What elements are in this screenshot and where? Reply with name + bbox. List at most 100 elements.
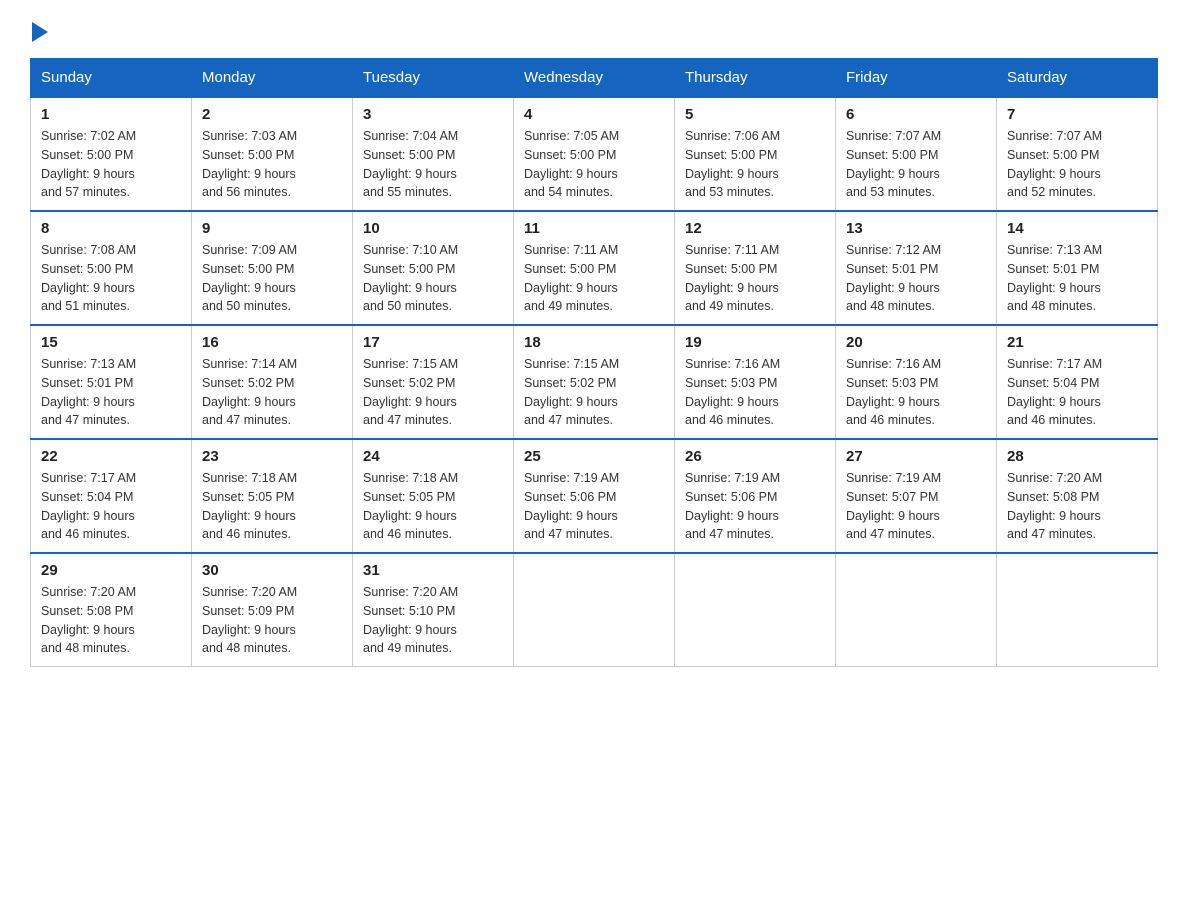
day-number: 9: [202, 220, 342, 237]
calendar-cell: 30 Sunrise: 7:20 AMSunset: 5:09 PMDaylig…: [192, 553, 353, 667]
calendar-table: SundayMondayTuesdayWednesdayThursdayFrid…: [30, 58, 1158, 667]
calendar-cell: 16 Sunrise: 7:14 AMSunset: 5:02 PMDaylig…: [192, 325, 353, 439]
day-info: Sunrise: 7:03 AMSunset: 5:00 PMDaylight:…: [202, 127, 342, 202]
col-header-tuesday: Tuesday: [353, 59, 514, 98]
day-info: Sunrise: 7:20 AMSunset: 5:10 PMDaylight:…: [363, 583, 503, 658]
calendar-cell: [997, 553, 1158, 667]
calendar-cell: 20 Sunrise: 7:16 AMSunset: 5:03 PMDaylig…: [836, 325, 997, 439]
day-number: 14: [1007, 220, 1147, 237]
day-number: 16: [202, 334, 342, 351]
calendar-cell: 8 Sunrise: 7:08 AMSunset: 5:00 PMDayligh…: [31, 211, 192, 325]
day-number: 21: [1007, 334, 1147, 351]
day-info: Sunrise: 7:04 AMSunset: 5:00 PMDaylight:…: [363, 127, 503, 202]
day-number: 7: [1007, 106, 1147, 123]
calendar-cell: 26 Sunrise: 7:19 AMSunset: 5:06 PMDaylig…: [675, 439, 836, 553]
day-number: 10: [363, 220, 503, 237]
calendar-cell: 7 Sunrise: 7:07 AMSunset: 5:00 PMDayligh…: [997, 97, 1158, 211]
day-number: 29: [41, 562, 181, 579]
day-number: 3: [363, 106, 503, 123]
calendar-week-row: 29 Sunrise: 7:20 AMSunset: 5:08 PMDaylig…: [31, 553, 1158, 667]
day-info: Sunrise: 7:17 AMSunset: 5:04 PMDaylight:…: [41, 469, 181, 544]
day-number: 30: [202, 562, 342, 579]
calendar-cell: [514, 553, 675, 667]
day-number: 23: [202, 448, 342, 465]
day-info: Sunrise: 7:15 AMSunset: 5:02 PMDaylight:…: [363, 355, 503, 430]
calendar-cell: 2 Sunrise: 7:03 AMSunset: 5:00 PMDayligh…: [192, 97, 353, 211]
day-info: Sunrise: 7:11 AMSunset: 5:00 PMDaylight:…: [685, 241, 825, 316]
calendar-cell: 28 Sunrise: 7:20 AMSunset: 5:08 PMDaylig…: [997, 439, 1158, 553]
calendar-cell: 11 Sunrise: 7:11 AMSunset: 5:00 PMDaylig…: [514, 211, 675, 325]
calendar-cell: [675, 553, 836, 667]
day-number: 25: [524, 448, 664, 465]
calendar-cell: [836, 553, 997, 667]
day-info: Sunrise: 7:05 AMSunset: 5:00 PMDaylight:…: [524, 127, 664, 202]
day-number: 18: [524, 334, 664, 351]
calendar-cell: 21 Sunrise: 7:17 AMSunset: 5:04 PMDaylig…: [997, 325, 1158, 439]
col-header-wednesday: Wednesday: [514, 59, 675, 98]
day-number: 8: [41, 220, 181, 237]
day-info: Sunrise: 7:18 AMSunset: 5:05 PMDaylight:…: [363, 469, 503, 544]
page-header: [30, 24, 1158, 42]
calendar-week-row: 15 Sunrise: 7:13 AMSunset: 5:01 PMDaylig…: [31, 325, 1158, 439]
calendar-cell: 1 Sunrise: 7:02 AMSunset: 5:00 PMDayligh…: [31, 97, 192, 211]
calendar-cell: 6 Sunrise: 7:07 AMSunset: 5:00 PMDayligh…: [836, 97, 997, 211]
calendar-week-row: 8 Sunrise: 7:08 AMSunset: 5:00 PMDayligh…: [31, 211, 1158, 325]
calendar-cell: 4 Sunrise: 7:05 AMSunset: 5:00 PMDayligh…: [514, 97, 675, 211]
day-info: Sunrise: 7:16 AMSunset: 5:03 PMDaylight:…: [846, 355, 986, 430]
day-info: Sunrise: 7:12 AMSunset: 5:01 PMDaylight:…: [846, 241, 986, 316]
day-info: Sunrise: 7:13 AMSunset: 5:01 PMDaylight:…: [1007, 241, 1147, 316]
col-header-sunday: Sunday: [31, 59, 192, 98]
day-number: 11: [524, 220, 664, 237]
calendar-cell: 19 Sunrise: 7:16 AMSunset: 5:03 PMDaylig…: [675, 325, 836, 439]
day-info: Sunrise: 7:07 AMSunset: 5:00 PMDaylight:…: [1007, 127, 1147, 202]
calendar-cell: 13 Sunrise: 7:12 AMSunset: 5:01 PMDaylig…: [836, 211, 997, 325]
day-number: 24: [363, 448, 503, 465]
day-number: 26: [685, 448, 825, 465]
calendar-cell: 9 Sunrise: 7:09 AMSunset: 5:00 PMDayligh…: [192, 211, 353, 325]
calendar-cell: 17 Sunrise: 7:15 AMSunset: 5:02 PMDaylig…: [353, 325, 514, 439]
calendar-cell: 23 Sunrise: 7:18 AMSunset: 5:05 PMDaylig…: [192, 439, 353, 553]
calendar-cell: 10 Sunrise: 7:10 AMSunset: 5:00 PMDaylig…: [353, 211, 514, 325]
calendar-cell: 14 Sunrise: 7:13 AMSunset: 5:01 PMDaylig…: [997, 211, 1158, 325]
day-info: Sunrise: 7:15 AMSunset: 5:02 PMDaylight:…: [524, 355, 664, 430]
day-info: Sunrise: 7:10 AMSunset: 5:00 PMDaylight:…: [363, 241, 503, 316]
col-header-monday: Monday: [192, 59, 353, 98]
calendar-cell: 22 Sunrise: 7:17 AMSunset: 5:04 PMDaylig…: [31, 439, 192, 553]
day-number: 17: [363, 334, 503, 351]
day-info: Sunrise: 7:07 AMSunset: 5:00 PMDaylight:…: [846, 127, 986, 202]
day-number: 19: [685, 334, 825, 351]
calendar-cell: 5 Sunrise: 7:06 AMSunset: 5:00 PMDayligh…: [675, 97, 836, 211]
day-info: Sunrise: 7:09 AMSunset: 5:00 PMDaylight:…: [202, 241, 342, 316]
calendar-cell: 24 Sunrise: 7:18 AMSunset: 5:05 PMDaylig…: [353, 439, 514, 553]
day-info: Sunrise: 7:17 AMSunset: 5:04 PMDaylight:…: [1007, 355, 1147, 430]
calendar-cell: 31 Sunrise: 7:20 AMSunset: 5:10 PMDaylig…: [353, 553, 514, 667]
calendar-cell: 12 Sunrise: 7:11 AMSunset: 5:00 PMDaylig…: [675, 211, 836, 325]
day-info: Sunrise: 7:19 AMSunset: 5:07 PMDaylight:…: [846, 469, 986, 544]
calendar-cell: 18 Sunrise: 7:15 AMSunset: 5:02 PMDaylig…: [514, 325, 675, 439]
calendar-cell: 29 Sunrise: 7:20 AMSunset: 5:08 PMDaylig…: [31, 553, 192, 667]
day-info: Sunrise: 7:19 AMSunset: 5:06 PMDaylight:…: [685, 469, 825, 544]
day-number: 12: [685, 220, 825, 237]
col-header-friday: Friday: [836, 59, 997, 98]
calendar-week-row: 1 Sunrise: 7:02 AMSunset: 5:00 PMDayligh…: [31, 97, 1158, 211]
day-number: 28: [1007, 448, 1147, 465]
col-header-thursday: Thursday: [675, 59, 836, 98]
day-info: Sunrise: 7:08 AMSunset: 5:00 PMDaylight:…: [41, 241, 181, 316]
day-info: Sunrise: 7:20 AMSunset: 5:08 PMDaylight:…: [1007, 469, 1147, 544]
day-number: 2: [202, 106, 342, 123]
day-info: Sunrise: 7:18 AMSunset: 5:05 PMDaylight:…: [202, 469, 342, 544]
calendar-cell: 15 Sunrise: 7:13 AMSunset: 5:01 PMDaylig…: [31, 325, 192, 439]
day-number: 5: [685, 106, 825, 123]
day-info: Sunrise: 7:20 AMSunset: 5:08 PMDaylight:…: [41, 583, 181, 658]
col-header-saturday: Saturday: [997, 59, 1158, 98]
day-number: 1: [41, 106, 181, 123]
calendar-cell: 25 Sunrise: 7:19 AMSunset: 5:06 PMDaylig…: [514, 439, 675, 553]
day-number: 22: [41, 448, 181, 465]
calendar-cell: 3 Sunrise: 7:04 AMSunset: 5:00 PMDayligh…: [353, 97, 514, 211]
day-number: 27: [846, 448, 986, 465]
day-number: 20: [846, 334, 986, 351]
day-number: 31: [363, 562, 503, 579]
day-number: 13: [846, 220, 986, 237]
day-info: Sunrise: 7:16 AMSunset: 5:03 PMDaylight:…: [685, 355, 825, 430]
logo-triangle-icon: [32, 22, 48, 42]
